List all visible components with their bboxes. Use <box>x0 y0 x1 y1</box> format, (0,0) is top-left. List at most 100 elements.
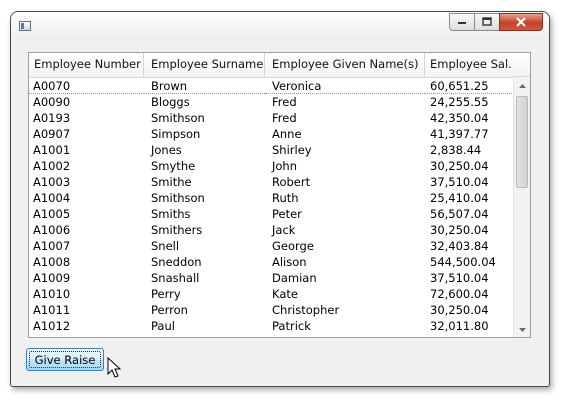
cell-employee-given-names[interactable]: Alison <box>265 254 425 270</box>
table-row[interactable]: A1006 Smithers Jack 30,250.04 <box>29 222 514 238</box>
table-row[interactable]: A1005 Smiths Peter 56,507.04 <box>29 206 514 222</box>
table-row[interactable]: A1009 Snashall Damian 37,510.04 <box>29 270 514 286</box>
table-row[interactable]: A0070 Brown Veronica 60,651.25 <box>29 78 514 94</box>
cell-employee-given-names[interactable]: Fred <box>265 110 425 126</box>
cell-employee-surname[interactable]: Pattinson <box>144 334 265 337</box>
cell-employee-salary[interactable]: 2,838.44 <box>425 142 514 158</box>
cell-employee-salary[interactable]: 41,397.77 <box>425 126 514 142</box>
cell-employee-number[interactable]: A0193 <box>29 110 144 126</box>
cell-employee-number[interactable]: A1011 <box>29 302 144 318</box>
cell-employee-salary[interactable]: 95,562.21 <box>425 334 514 337</box>
maximize-button[interactable] <box>474 13 500 31</box>
column-header-employee-salary[interactable]: Employee Sal... <box>425 53 514 77</box>
cell-employee-surname[interactable]: Smithson <box>144 110 265 126</box>
cell-employee-number[interactable]: A1013 <box>29 334 144 337</box>
cell-employee-salary[interactable]: 60,651.25 <box>425 78 514 94</box>
cell-employee-number[interactable]: A1002 <box>29 158 144 174</box>
cell-employee-number[interactable]: A0090 <box>29 94 144 110</box>
cell-employee-salary[interactable]: 37,510.04 <box>425 270 514 286</box>
scroll-up-button[interactable] <box>514 77 530 94</box>
employee-table[interactable]: Employee Number Employee Surname Employe… <box>28 52 531 338</box>
cell-employee-salary[interactable]: 544,500.04 <box>425 254 514 270</box>
table-row[interactable]: A1012 Paul Patrick 32,011.80 <box>29 318 514 334</box>
column-header-employee-surname[interactable]: Employee Surname <box>144 53 265 77</box>
cell-employee-salary[interactable]: 30,250.04 <box>425 158 514 174</box>
cell-employee-salary[interactable]: 24,255.55 <box>425 94 514 110</box>
close-button[interactable] <box>499 13 543 31</box>
cell-employee-salary[interactable]: 72,600.04 <box>425 286 514 302</box>
cell-employee-given-names[interactable]: Anne <box>265 126 425 142</box>
cell-employee-given-names[interactable]: Kate <box>265 286 425 302</box>
cell-employee-number[interactable]: A0070 <box>29 78 144 94</box>
title-bar[interactable] <box>11 12 549 40</box>
cell-employee-number[interactable]: A1009 <box>29 270 144 286</box>
table-row[interactable]: A1004 Smithson Ruth 25,410.04 <box>29 190 514 206</box>
cell-employee-given-names[interactable]: Shirley <box>265 142 425 158</box>
cell-employee-surname[interactable]: Jones <box>144 142 265 158</box>
cell-employee-surname[interactable]: Bloggs <box>144 94 265 110</box>
scrollbar-thumb[interactable] <box>516 96 528 188</box>
cell-employee-surname[interactable]: Smithson <box>144 190 265 206</box>
cell-employee-number[interactable]: A1005 <box>29 206 144 222</box>
cell-employee-given-names[interactable]: Damian <box>265 270 425 286</box>
cell-employee-surname[interactable]: Sneddon <box>144 254 265 270</box>
minimize-icon <box>458 22 466 24</box>
cell-employee-number[interactable]: A1007 <box>29 238 144 254</box>
cell-employee-given-names[interactable]: Robert <box>265 174 425 190</box>
table-row[interactable]: A1002 Smythe John 30,250.04 <box>29 158 514 174</box>
vertical-scrollbar[interactable] <box>513 77 530 337</box>
cell-employee-given-names[interactable]: George <box>265 334 425 337</box>
cell-employee-surname[interactable]: Paul <box>144 318 265 334</box>
cell-employee-number[interactable]: A1001 <box>29 142 144 158</box>
cell-employee-salary[interactable]: 56,507.04 <box>425 206 514 222</box>
cell-employee-surname[interactable]: Smiths <box>144 206 265 222</box>
cell-employee-surname[interactable]: Simpson <box>144 126 265 142</box>
table-row[interactable]: A1003 Smithe Robert 37,510.04 <box>29 174 514 190</box>
cell-employee-given-names[interactable]: Jack <box>265 222 425 238</box>
cell-employee-given-names[interactable]: Christopher <box>265 302 425 318</box>
cell-employee-surname[interactable]: Brown <box>144 78 265 94</box>
cell-employee-number[interactable]: A1010 <box>29 286 144 302</box>
table-row[interactable]: A0907 Simpson Anne 41,397.77 <box>29 126 514 142</box>
cell-employee-number[interactable]: A1006 <box>29 222 144 238</box>
cell-employee-salary[interactable]: 42,350.04 <box>425 110 514 126</box>
cell-employee-surname[interactable]: Snell <box>144 238 265 254</box>
table-row[interactable]: A1007 Snell George 32,403.84 <box>29 238 514 254</box>
cell-employee-salary[interactable]: 25,410.04 <box>425 190 514 206</box>
cell-employee-given-names[interactable]: Patrick <box>265 318 425 334</box>
table-row[interactable]: A1013PattinsonGeorge95,562.21 <box>29 334 514 337</box>
minimize-button[interactable] <box>449 13 475 31</box>
cell-employee-salary[interactable]: 32,011.80 <box>425 318 514 334</box>
cell-employee-surname[interactable]: Smithe <box>144 174 265 190</box>
give-raise-button[interactable]: Give Raise <box>26 348 104 371</box>
cell-employee-surname[interactable]: Smithers <box>144 222 265 238</box>
cell-employee-number[interactable]: A1004 <box>29 190 144 206</box>
cell-employee-given-names[interactable]: Ruth <box>265 190 425 206</box>
table-row[interactable]: A1011 Perron Christopher 30,250.04 <box>29 302 514 318</box>
cell-employee-given-names[interactable]: Fred <box>265 94 425 110</box>
cell-employee-given-names[interactable]: George <box>265 238 425 254</box>
column-header-employee-given-names[interactable]: Employee Given Name(s) <box>265 53 425 77</box>
cell-employee-number[interactable]: A1008 <box>29 254 144 270</box>
table-row[interactable]: A1008 Sneddon Alison 544,500.04 <box>29 254 514 270</box>
cell-employee-salary[interactable]: 30,250.04 <box>425 302 514 318</box>
cell-employee-given-names[interactable]: Veronica <box>265 78 425 94</box>
table-row[interactable]: A0193 Smithson Fred 42,350.04 <box>29 110 514 126</box>
cell-employee-number[interactable]: A1003 <box>29 174 144 190</box>
cell-employee-number[interactable]: A0907 <box>29 126 144 142</box>
table-row[interactable]: A1010 Perry Kate 72,600.04 <box>29 286 514 302</box>
column-header-employee-number[interactable]: Employee Number <box>29 53 144 77</box>
cell-employee-surname[interactable]: Snashall <box>144 270 265 286</box>
cell-employee-salary[interactable]: 32,403.84 <box>425 238 514 254</box>
table-row[interactable]: A0090 Bloggs Fred 24,255.55 <box>29 94 514 110</box>
table-row[interactable]: A1001 Jones Shirley 2,838.44 <box>29 142 514 158</box>
cell-employee-given-names[interactable]: Peter <box>265 206 425 222</box>
cell-employee-given-names[interactable]: John <box>265 158 425 174</box>
cell-employee-surname[interactable]: Perry <box>144 286 265 302</box>
cell-employee-surname[interactable]: Smythe <box>144 158 265 174</box>
cell-employee-surname[interactable]: Perron <box>144 302 265 318</box>
cell-employee-salary[interactable]: 30,250.04 <box>425 222 514 238</box>
cell-employee-number[interactable]: A1012 <box>29 318 144 334</box>
cell-employee-salary[interactable]: 37,510.04 <box>425 174 514 190</box>
scroll-down-button[interactable] <box>514 321 530 337</box>
